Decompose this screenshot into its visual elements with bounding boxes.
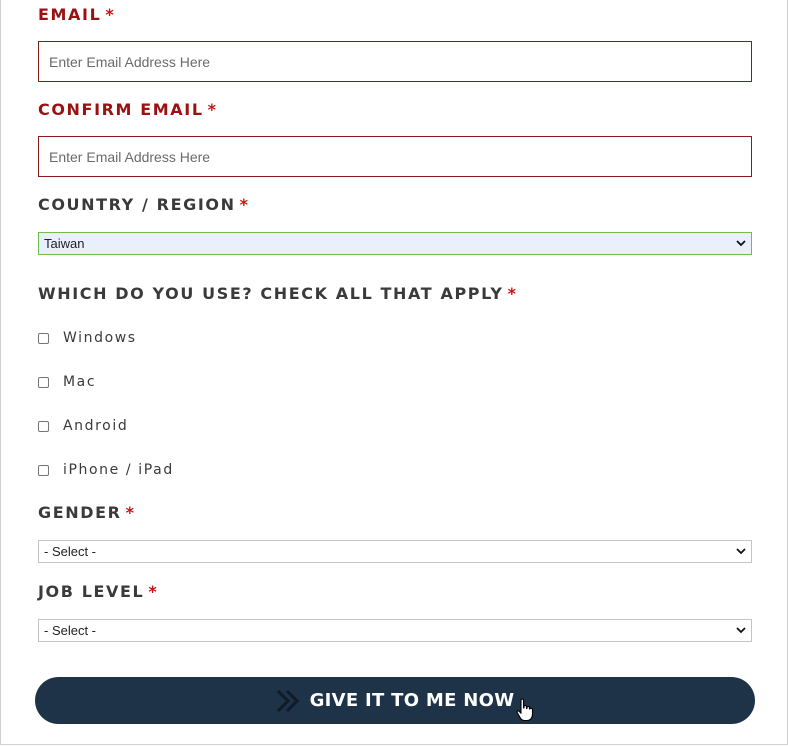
- job-level-label-text: JOB LEVEL: [38, 582, 145, 601]
- gender-selected-value: - Select -: [44, 544, 97, 559]
- checkbox-label: Windows: [63, 330, 137, 346]
- chevron-down-icon: [736, 627, 746, 634]
- required-mark: *: [125, 503, 136, 522]
- country-label-text: COUNTRY / REGION: [38, 195, 236, 214]
- country-selected-value: Taiwan: [44, 236, 85, 251]
- required-mark: *: [148, 582, 159, 601]
- checkbox[interactable]: [38, 464, 49, 476]
- gender-label: GENDER *: [38, 503, 136, 522]
- checkbox[interactable]: [38, 376, 49, 388]
- required-mark: *: [207, 100, 218, 119]
- chevron-down-icon: [736, 548, 746, 555]
- email-field[interactable]: [38, 41, 752, 82]
- checkbox-label: Android: [63, 418, 129, 434]
- checkbox-option-windows[interactable]: Windows: [38, 328, 137, 348]
- chevron-down-icon: [736, 240, 746, 247]
- checkbox-option-iphone-ipad[interactable]: iPhone / iPad: [38, 460, 174, 480]
- required-mark: *: [105, 5, 116, 24]
- checkbox-label: Mac: [63, 374, 97, 390]
- checkbox-option-mac[interactable]: Mac: [38, 372, 96, 392]
- platforms-label: WHICH DO YOU USE? CHECK ALL THAT APPLY *: [38, 284, 518, 303]
- submit-button[interactable]: GIVE IT TO ME NOW: [35, 677, 755, 724]
- gender-select[interactable]: - Select -: [38, 540, 752, 563]
- job-level-select[interactable]: - Select -: [38, 619, 752, 642]
- country-label: COUNTRY / REGION *: [38, 195, 250, 214]
- gender-label-text: GENDER: [38, 503, 122, 522]
- submit-button-label: GIVE IT TO ME NOW: [309, 690, 515, 711]
- checkbox[interactable]: [38, 420, 49, 432]
- email-label: EMAIL *: [38, 5, 115, 24]
- job-level-label: JOB LEVEL *: [38, 582, 158, 601]
- required-mark: *: [239, 195, 250, 214]
- checkbox-label: iPhone / iPad: [63, 462, 174, 478]
- checkbox-option-android[interactable]: Android: [38, 416, 128, 436]
- confirm-email-field[interactable]: [38, 136, 752, 177]
- platforms-label-text: WHICH DO YOU USE? CHECK ALL THAT APPLY: [38, 284, 504, 303]
- required-mark: *: [507, 284, 518, 303]
- double-chevron-right-icon: [276, 689, 299, 712]
- hand-pointer-cursor: [516, 698, 534, 722]
- checkbox[interactable]: [38, 332, 49, 344]
- confirm-email-label: CONFIRM EMAIL *: [38, 100, 218, 119]
- email-label-text: EMAIL: [38, 5, 102, 24]
- confirm-email-label-text: CONFIRM EMAIL: [38, 100, 204, 119]
- job-level-selected-value: - Select -: [44, 623, 97, 638]
- country-select[interactable]: Taiwan: [38, 232, 752, 255]
